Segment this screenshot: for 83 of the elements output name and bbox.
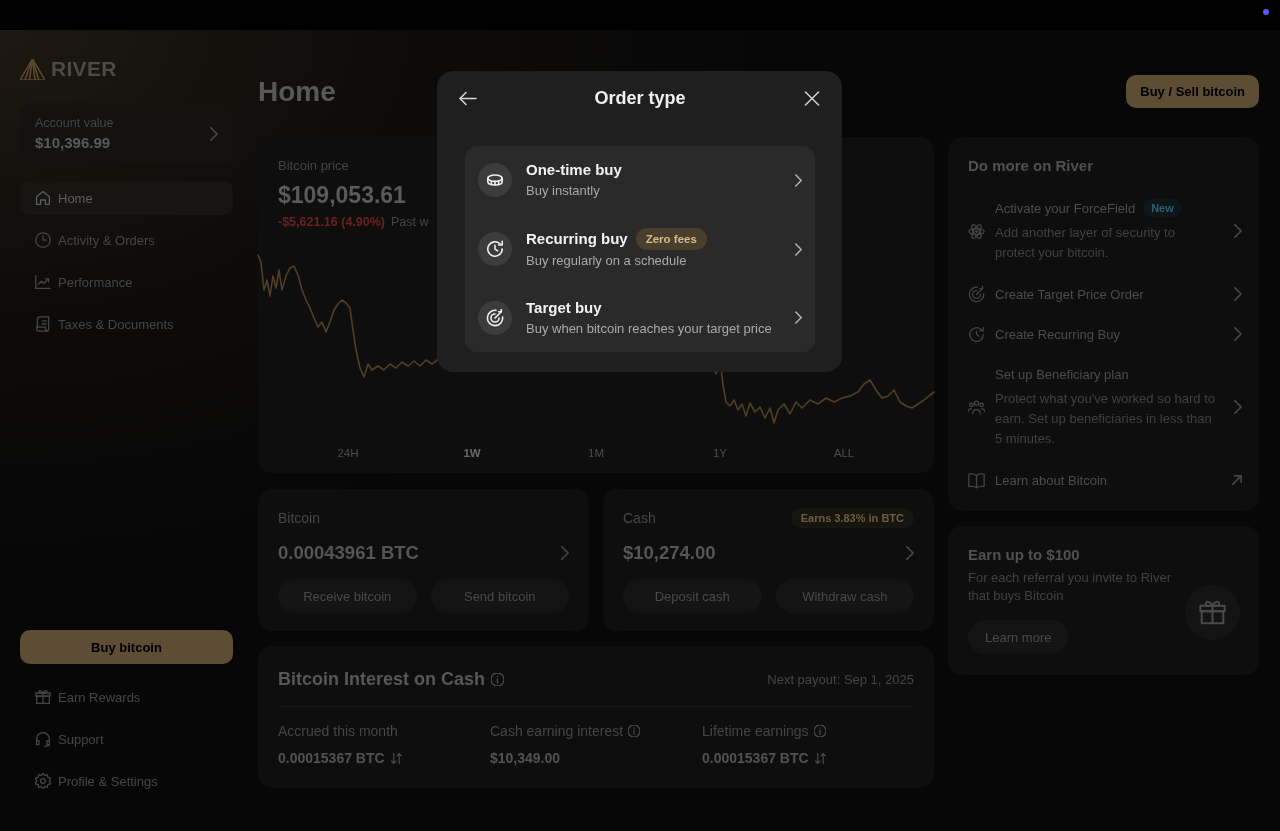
referral-title: Earn up to $100: [968, 546, 1081, 564]
price-change: -$5,621.16 (4.90%): [278, 214, 385, 231]
page-title: Home: [258, 75, 336, 108]
chevron-right-icon: [210, 127, 218, 141]
buy-sell-button[interactable]: Buy / Sell bitcoin: [1126, 75, 1259, 108]
order-option[interactable]: Recurring buy Zero fees Buy regularly on a schedule: [465, 214, 815, 284]
chevron-right-icon: [1234, 400, 1242, 414]
stat-value: 0.00015367 BTC: [702, 750, 809, 766]
option-title: Target buy: [526, 297, 602, 318]
settings-icon: [35, 773, 51, 789]
do-more-item-title: Set up Beneficiary plan: [995, 366, 1129, 382]
chevron-right-icon: [795, 173, 802, 187]
interest-title: Bitcoin Interest on Cash: [278, 668, 486, 691]
document-icon: [35, 316, 51, 332]
coin-icon: [478, 163, 512, 198]
info-icon[interactable]: [813, 725, 826, 737]
line-chart-icon: [35, 274, 51, 290]
option-title: Recurring buy: [526, 229, 628, 249]
clock-arrow-icon: [968, 325, 985, 343]
chevron-right-icon: [1234, 327, 1242, 341]
option-title: One-time buy: [526, 160, 622, 181]
target-icon: [478, 300, 512, 335]
range-tab[interactable]: 1W: [459, 443, 485, 463]
people-icon: [968, 398, 985, 416]
chevron-right-icon: [1234, 287, 1242, 301]
clock-icon: [35, 232, 51, 248]
range-tab[interactable]: 1Y: [708, 443, 732, 463]
do-more-item[interactable]: Learn about Bitcoin: [968, 460, 1242, 500]
order-option[interactable]: Target buy Buy when bitcoin reaches your target price: [465, 283, 815, 352]
do-more-item-title: Create Target Price Order: [995, 286, 1144, 302]
arrow-up-right-icon: [1232, 475, 1242, 485]
chevron-right-icon: [795, 311, 802, 325]
target-icon: [968, 285, 985, 303]
do-more-title: Do more on River: [968, 157, 1095, 175]
do-more-item-title: Activate your ForceField: [995, 200, 1136, 216]
balance-label: Bitcoin: [278, 510, 321, 526]
do-more-item-title: Learn about Bitcoin: [995, 472, 1108, 488]
balance-value: $10,274.00: [623, 542, 716, 564]
pyramid-logo-icon: [20, 58, 45, 80]
option-subtitle: Buy regularly on a schedule: [526, 252, 688, 270]
gift-icon: [35, 689, 51, 705]
nav-item[interactable]: Home: [20, 181, 233, 215]
swap-arrows-icon[interactable]: [814, 752, 826, 764]
stat-value: 0.00015367 BTC: [278, 750, 385, 766]
price-value: $109,053.61: [278, 181, 406, 209]
range-tab[interactable]: ALL: [829, 443, 859, 463]
chevron-right-icon: [795, 242, 802, 256]
dialog-title: Order type: [594, 87, 686, 109]
option-subtitle: Buy when bitcoin reaches your target price: [526, 319, 773, 338]
nav-item[interactable]: Taxes & Documents: [20, 307, 233, 341]
chevron-right-icon: [1234, 224, 1242, 238]
account-value: $10,396.99: [35, 133, 112, 153]
order-option[interactable]: One-time buy Buy instantly: [465, 146, 815, 215]
info-icon[interactable]: [628, 725, 641, 737]
book-icon: [968, 471, 985, 489]
logo-wordmark: RIVER: [51, 58, 117, 80]
range-tab[interactable]: 24H: [333, 443, 363, 463]
nav-item[interactable]: Earn Rewards: [20, 680, 233, 714]
new-badge: New: [1143, 199, 1182, 217]
nav-item[interactable]: Activity & Orders: [20, 223, 233, 257]
buy-bitcoin-button[interactable]: Buy bitcoin: [20, 630, 233, 664]
nav-item[interactable]: Support: [20, 722, 233, 756]
do-more-item[interactable]: Create Recurring Buy: [968, 314, 1242, 354]
do-more-item-title: Create Recurring Buy: [995, 326, 1120, 342]
nav-item[interactable]: Profile & Settings: [20, 764, 233, 798]
status-dot-icon: [1263, 9, 1269, 15]
earn-rate-badge: Earns 3.83% in BTC: [790, 508, 914, 528]
atom-icon: [968, 222, 985, 240]
chevron-right-icon: [561, 546, 569, 560]
info-icon[interactable]: [491, 672, 505, 686]
home-icon: [35, 190, 51, 206]
chevron-right-icon: [906, 546, 914, 560]
range-tab[interactable]: 1M: [584, 443, 608, 463]
stat-value: $10,349.00: [490, 750, 561, 766]
balance-label: Cash: [623, 510, 656, 526]
headset-icon: [35, 731, 51, 747]
nav-item[interactable]: Performance: [20, 265, 233, 299]
close-button[interactable]: [802, 88, 822, 108]
option-subtitle: Buy instantly: [526, 182, 601, 201]
zero-fees-badge: Zero fees: [635, 228, 707, 250]
do-more-item[interactable]: Create Target Price Order: [968, 274, 1242, 314]
balance-value: 0.00043961 BTC: [278, 542, 419, 564]
swap-arrows-icon[interactable]: [390, 752, 402, 764]
